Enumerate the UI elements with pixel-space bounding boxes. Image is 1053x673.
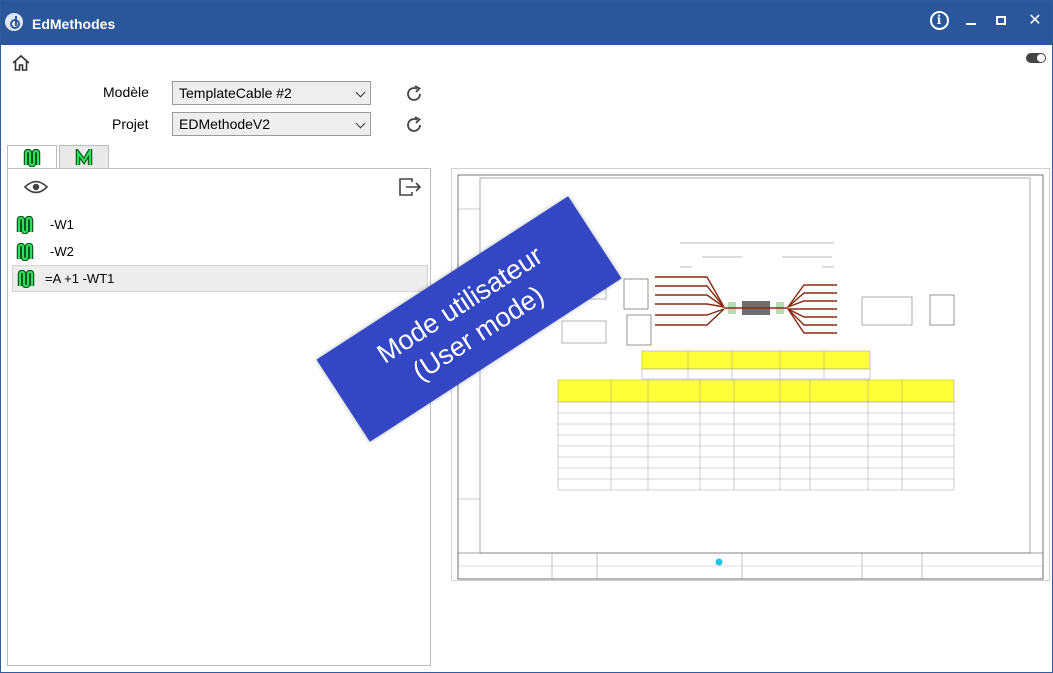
tab-cables[interactable] — [7, 145, 57, 170]
model-label: Modèle — [103, 84, 149, 100]
cable-icon — [17, 269, 35, 288]
app-window: EdMethodes i ✕ Modèle TemplateCable #2 P… — [0, 0, 1053, 673]
home-icon[interactable] — [11, 53, 31, 73]
project-select[interactable]: EDMethodeV2 — [172, 112, 371, 136]
list-item-label: =A +1 -WT1 — [45, 271, 115, 286]
title-bar: EdMethodes i ✕ — [1, 1, 1052, 45]
refresh-icon[interactable] — [404, 115, 424, 135]
window-title: EdMethodes — [32, 16, 116, 32]
maximize-icon[interactable] — [985, 7, 1017, 33]
cable-icon — [16, 242, 34, 261]
harness-icon — [75, 148, 93, 165]
chevron-down-icon — [355, 118, 366, 129]
model-select[interactable]: TemplateCable #2 — [172, 81, 371, 105]
info-glyph: i — [929, 10, 949, 30]
export-icon[interactable] — [398, 177, 422, 197]
tab-harness[interactable] — [59, 145, 109, 169]
list-item-selected[interactable]: =A +1 -WT1 — [12, 265, 428, 292]
list-item-label: -W2 — [50, 244, 74, 259]
chevron-down-icon — [355, 87, 366, 98]
close-icon[interactable]: ✕ — [1019, 7, 1051, 33]
list-item[interactable]: -W1 — [12, 211, 428, 238]
cable-icon — [23, 149, 41, 167]
project-label: Projet — [112, 116, 149, 132]
info-icon[interactable]: i — [923, 7, 955, 33]
app-logo-icon — [5, 13, 23, 31]
eye-icon[interactable] — [24, 179, 48, 195]
model-select-value: TemplateCable #2 — [179, 85, 292, 101]
toggle-icon[interactable] — [1026, 53, 1046, 63]
refresh-icon[interactable] — [404, 84, 424, 104]
cable-list: -W1 -W2 =A +1 -WT1 — [12, 211, 428, 292]
project-select-value: EDMethodeV2 — [179, 116, 271, 132]
list-item[interactable]: -W2 — [12, 238, 428, 265]
list-item-label: -W1 — [50, 217, 74, 232]
cable-icon — [16, 215, 34, 234]
minimize-icon[interactable] — [955, 7, 987, 33]
